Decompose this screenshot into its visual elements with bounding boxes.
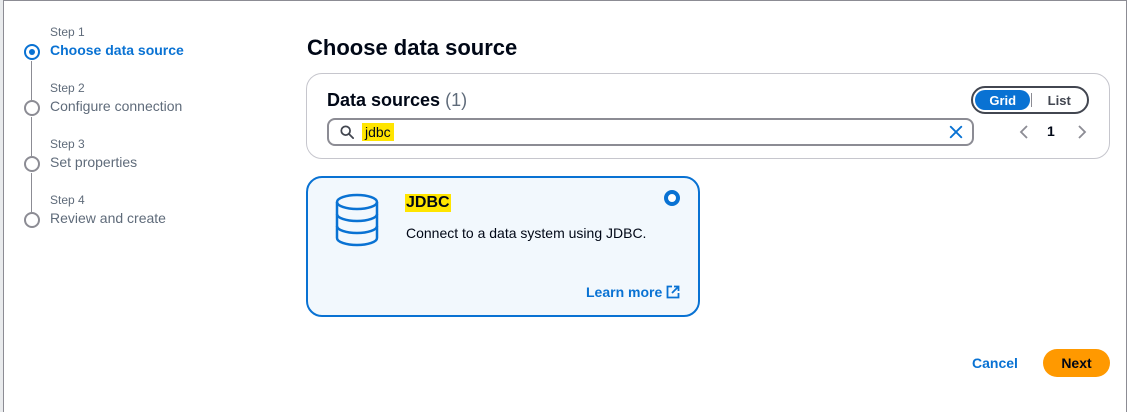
- step-title: Set properties: [50, 154, 138, 170]
- card-description: Connect to a data system using JDBC.: [406, 225, 647, 241]
- chevron-right-icon[interactable]: [1077, 125, 1087, 139]
- step-circle-icon: [24, 156, 40, 172]
- current-page[interactable]: 1: [1047, 123, 1055, 139]
- data-source-card-jdbc[interactable]: JDBC Connect to a data system using JDBC…: [306, 176, 700, 317]
- step-number: Step 3: [50, 137, 85, 151]
- step-title: Configure connection: [50, 98, 183, 114]
- step-number: Step 1: [50, 25, 85, 39]
- search-icon: [340, 125, 354, 139]
- wizard-step-1[interactable]: Step 1 Choose data source: [22, 24, 282, 100]
- clear-icon[interactable]: [949, 125, 963, 139]
- step-active-circle-icon: [24, 44, 40, 60]
- database-icon: [335, 193, 379, 247]
- list-view-button[interactable]: List: [1033, 90, 1085, 110]
- wizard-step-3[interactable]: Step 3 Set properties: [22, 136, 282, 212]
- pagination: 1: [1019, 122, 1089, 142]
- window-top-edge: [4, 0, 1127, 1]
- search-value[interactable]: jdbc: [362, 123, 394, 141]
- page-title: Choose data source: [307, 35, 518, 60]
- step-title: Choose data source: [50, 42, 184, 58]
- data-sources-header: Data sources (1): [327, 90, 467, 111]
- step-circle-icon: [24, 100, 40, 116]
- wizard-steps: Step 1 Choose data source Step 2 Configu…: [22, 24, 282, 248]
- step-title: Review and create: [50, 210, 166, 226]
- card-title: JDBC: [405, 194, 451, 212]
- next-button[interactable]: Next: [1043, 349, 1110, 377]
- learn-more-link[interactable]: Learn more: [586, 284, 680, 300]
- step-circle-icon: [24, 212, 40, 228]
- window-left-edge: [0, 0, 4, 412]
- step-number: Step 4: [50, 193, 85, 207]
- view-toggle: Grid List: [971, 86, 1089, 114]
- card-radio-selected[interactable]: [664, 190, 680, 206]
- search-input[interactable]: jdbc: [327, 118, 974, 146]
- wizard-step-2[interactable]: Step 2 Configure connection: [22, 80, 282, 156]
- grid-view-button[interactable]: Grid: [975, 90, 1031, 110]
- toggle-divider: [1031, 93, 1033, 107]
- chevron-left-icon[interactable]: [1019, 125, 1029, 139]
- step-number: Step 2: [50, 81, 85, 95]
- cancel-button[interactable]: Cancel: [964, 349, 1026, 377]
- data-sources-container: Data sources (1) Grid List jdbc 1: [306, 73, 1110, 159]
- data-sources-count: (1): [445, 90, 468, 110]
- wizard-step-4[interactable]: Step 4 Review and create: [22, 192, 282, 248]
- learn-more-label: Learn more: [586, 284, 663, 300]
- external-link-icon: [666, 285, 680, 299]
- data-sources-title: Data sources: [327, 90, 441, 110]
